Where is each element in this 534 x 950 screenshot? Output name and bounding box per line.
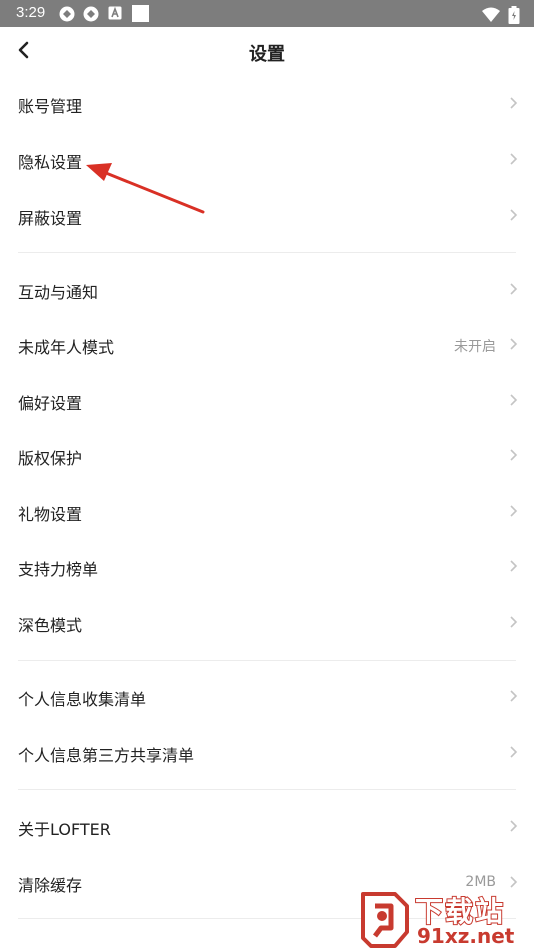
settings-item-account[interactable]: 账号管理 [0, 76, 534, 132]
status-bar: 3:29 [0, 0, 534, 27]
settings-item-label: 礼物设置 [18, 505, 83, 524]
settings-item-minor-mode[interactable]: 未成年人模式 未开启 [0, 317, 534, 373]
watermark-domain: 91xz.net [417, 924, 515, 948]
settings-item-label: 关于LOFTER [18, 820, 111, 839]
settings-item-label: 屏蔽设置 [18, 209, 83, 228]
settings-item-block[interactable]: 屏蔽设置 [0, 188, 534, 244]
chevron-right-icon [510, 690, 518, 702]
settings-item-label: 个人信息第三方共享清单 [18, 746, 195, 765]
chevron-right-icon [510, 560, 518, 572]
chevron-right-icon [510, 209, 518, 221]
top-bar: 设置 [0, 27, 534, 77]
chevron-right-icon [510, 394, 518, 406]
settings-item-interaction[interactable]: 互动与通知 [0, 262, 534, 318]
settings-item-label: 版权保护 [18, 449, 83, 468]
settings-item-about[interactable]: 关于LOFTER [0, 799, 534, 855]
section-divider [18, 660, 516, 661]
chevron-right-icon [510, 283, 518, 295]
settings-item-info-collection[interactable]: 个人信息收集清单 [0, 669, 534, 725]
settings-item-support-ranking[interactable]: 支持力榜单 [0, 539, 534, 595]
battery-icon [508, 5, 520, 24]
status-right [481, 4, 520, 24]
chevron-right-icon [510, 505, 518, 517]
wifi-icon [481, 7, 500, 22]
settings-item-label: 互动与通知 [18, 283, 99, 302]
settings-item-preferences[interactable]: 偏好设置 [0, 373, 534, 429]
settings-item-dark-mode[interactable]: 深色模式 [0, 595, 534, 651]
chevron-right-icon [510, 153, 518, 165]
watermark-logo: 下载站 91xz.net [355, 888, 534, 950]
app-notification-icon [83, 6, 99, 22]
settings-item-label: 深色模式 [18, 616, 83, 635]
chevron-right-icon [510, 616, 518, 628]
section-divider [18, 252, 516, 253]
settings-item-label: 账号管理 [18, 97, 83, 116]
settings-item-label: 清除缓存 [18, 876, 83, 895]
chevron-right-icon [510, 746, 518, 758]
settings-item-label: 偏好设置 [18, 394, 83, 413]
section-divider [18, 789, 516, 790]
chevron-right-icon [510, 876, 518, 888]
watermark-emblem-icon [361, 892, 409, 948]
settings-item-privacy[interactable]: 隐私设置 [0, 132, 534, 188]
chevron-right-icon [510, 338, 518, 350]
settings-item-third-party-sharing[interactable]: 个人信息第三方共享清单 [0, 725, 534, 781]
chevron-right-icon [510, 449, 518, 461]
settings-item-copyright[interactable]: 版权保护 [0, 428, 534, 484]
settings-item-label: 支持力榜单 [18, 560, 99, 579]
square-notification-icon [132, 5, 149, 22]
minor-mode-status: 未开启 [454, 339, 496, 355]
settings-item-gifts[interactable]: 礼物设置 [0, 484, 534, 540]
chevron-right-icon [510, 97, 518, 109]
keyboard-notification-icon [108, 6, 122, 20]
chevron-right-icon [510, 820, 518, 832]
status-time: 3:29 [16, 4, 46, 21]
settings-item-label: 未成年人模式 [18, 338, 115, 357]
page-title: 设置 [249, 44, 285, 65]
settings-item-label: 个人信息收集清单 [18, 690, 147, 709]
app-notification-icon [59, 6, 75, 22]
settings-item-label: 隐私设置 [18, 153, 83, 172]
